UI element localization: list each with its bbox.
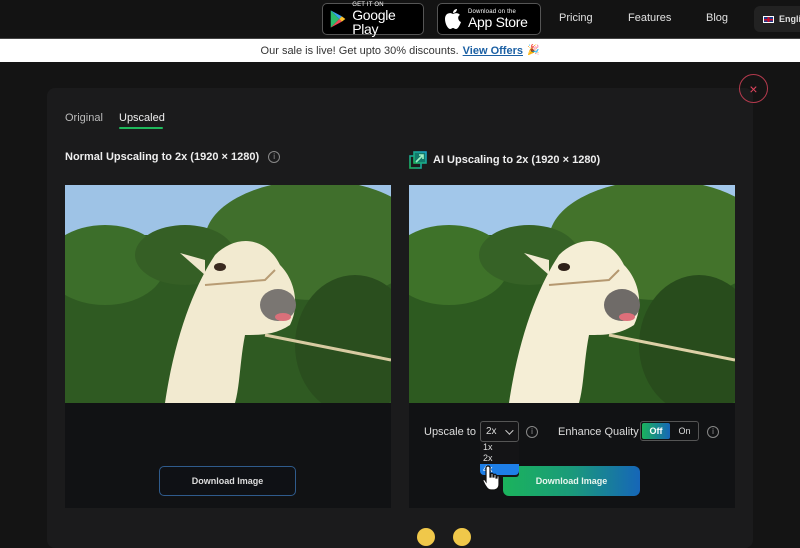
google-play-button[interactable]: GET IT ON Google Play (322, 2, 424, 37)
top-navigation: GET IT ON Google Play Download on the Ap… (0, 0, 800, 38)
close-icon: × (749, 80, 758, 97)
emoji-icon (453, 528, 471, 546)
upscale-info-icon[interactable]: i (526, 426, 538, 438)
chevron-down-icon (504, 425, 514, 435)
party-popper-icon: 🎉 (526, 45, 540, 56)
banner-text: Our sale is live! Get upto 30% discounts… (260, 44, 459, 57)
upscale-option-2x[interactable]: 2x (480, 453, 519, 464)
tab-upscaled[interactable]: Upscaled (119, 112, 165, 124)
app-store-button[interactable]: Download on the App Store (437, 3, 541, 35)
uk-flag-icon (763, 15, 774, 23)
view-offers-link[interactable]: View Offers (463, 45, 523, 57)
nav-link-features[interactable]: Features (628, 12, 671, 24)
tab-original[interactable]: Original (65, 112, 103, 124)
emoji-icon (417, 528, 435, 546)
language-selector[interactable]: English (754, 6, 800, 32)
nav-link-pricing[interactable]: Pricing (559, 12, 593, 24)
normal-upscaled-image (65, 185, 391, 403)
apple-icon (445, 9, 461, 29)
normal-upscaling-title-text: Normal Upscaling to 2x (1920 × 1280) (65, 151, 260, 163)
nav-link-blog[interactable]: Blog (706, 12, 728, 24)
upscale-factor-select[interactable]: 2x (480, 421, 519, 442)
close-button[interactable]: × (739, 74, 768, 103)
download-normal-image-button[interactable]: Download Image (159, 466, 296, 496)
upscale-to-label: Upscale to (424, 426, 476, 438)
upscale-option-1x[interactable]: 1x (480, 442, 519, 453)
info-icon[interactable]: i (268, 151, 281, 163)
enhance-info-icon[interactable]: i (707, 426, 719, 438)
hand-pointer-cursor-icon (482, 465, 500, 491)
ai-upscaled-image (409, 185, 735, 403)
enhance-quality-label: Enhance Quality (558, 426, 639, 438)
enhance-quality-toggle[interactable]: Off On (640, 421, 699, 441)
active-tab-indicator (119, 127, 163, 129)
sale-banner: Our sale is live! Get upto 30% discounts… (0, 38, 800, 62)
language-label: English (779, 14, 800, 24)
ai-upscaling-title-text: AI Upscaling to 2x (1920 × 1280) (433, 154, 601, 166)
toggle-on-option[interactable]: On (671, 422, 698, 440)
ai-upscale-icon (409, 151, 427, 169)
ai-upscaling-title: AI Upscaling to 2x (1920 × 1280) (409, 151, 600, 169)
app-store-big-text: App Store (468, 14, 528, 30)
download-ai-image-button[interactable]: Download Image (503, 466, 640, 496)
toggle-off-option[interactable]: Off (642, 423, 670, 439)
google-play-icon (330, 10, 346, 28)
ai-upscale-panel (409, 185, 735, 508)
upscale-selected-value: 2x (486, 426, 497, 437)
normal-upscaling-title: Normal Upscaling to 2x (1920 × 1280) i (65, 151, 281, 163)
normal-upscale-panel (65, 185, 391, 508)
google-play-big-text: Google Play (352, 7, 396, 37)
